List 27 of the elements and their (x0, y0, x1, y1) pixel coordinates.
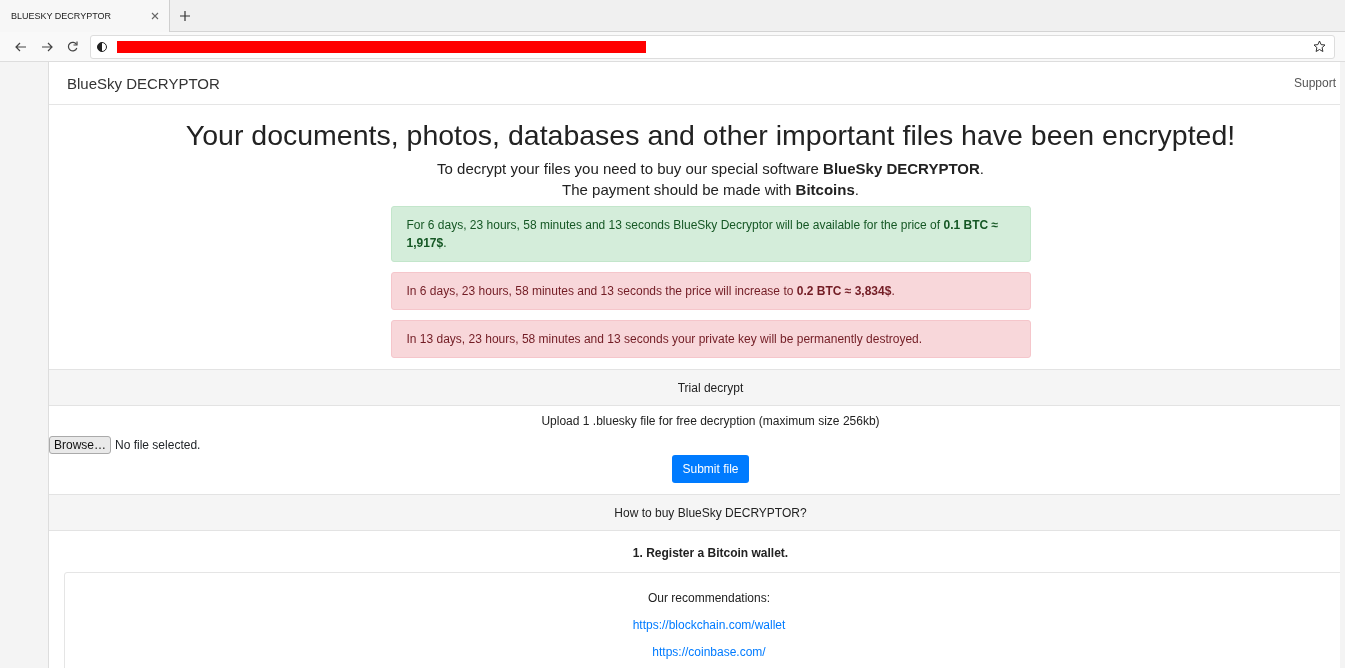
alert-message: For 6 days, 23 hours, 58 minutes and 13 seconds BlueSky Decryptor will be available for the price of 0.1 BTC ≈ 1,917$. (390, 206, 1031, 262)
plus-icon[interactable] (180, 10, 190, 21)
section-header: How to buy BlueSky DECRYPTOR? (49, 494, 1340, 531)
forward-icon[interactable] (41, 41, 53, 52)
upload-instructions: Upload 1 .bluesky file for free decryption (maximum size 256kb) (541, 414, 880, 428)
reload-icon[interactable] (67, 41, 78, 52)
browser-tab[interactable]: BLUESKY DECRYPTOR (0, 0, 170, 32)
alert-message: In 6 days, 23 hours, 58 minutes and 13 seconds the price will increase to 0.2 BTC ≈ 3,834$. (390, 272, 1031, 310)
intro-text: To decrypt your files you need to buy our special software BlueSky DECRYPTOR. (437, 160, 984, 177)
headline: Your documents, photos, databases and other important files have been encrypted! (185, 119, 1236, 152)
section-header: Trial decrypt (49, 369, 1340, 406)
step-title: 1. Register a Bitcoin wallet. (632, 546, 789, 560)
wallet-link[interactable]: https://blockchain.com/wallet (632, 618, 786, 632)
address-bar[interactable] (90, 34, 1335, 59)
recommendations-title: Our recommendations: (647, 591, 771, 605)
submit-button[interactable]: Submit file (672, 455, 749, 483)
wallet-link[interactable]: https://coinbase.com/ (652, 645, 766, 659)
file-status: No file selected. (115, 438, 201, 452)
site-info-icon[interactable] (97, 41, 107, 52)
nav-link[interactable]: Support (1293, 76, 1336, 90)
close-icon[interactable] (151, 11, 159, 20)
browse-button[interactable]: Browse… (49, 436, 111, 454)
back-icon[interactable] (15, 41, 27, 52)
star-icon[interactable] (1313, 40, 1326, 53)
intro-text: The payment should be made with Bitcoins. (562, 181, 859, 198)
alert-message: In 13 days, 23 hours, 58 minutes and 13 seconds your private key will be permanently destroyed. (390, 320, 1031, 358)
site-brand[interactable]: BlueSky DECRYPTOR (67, 74, 220, 92)
